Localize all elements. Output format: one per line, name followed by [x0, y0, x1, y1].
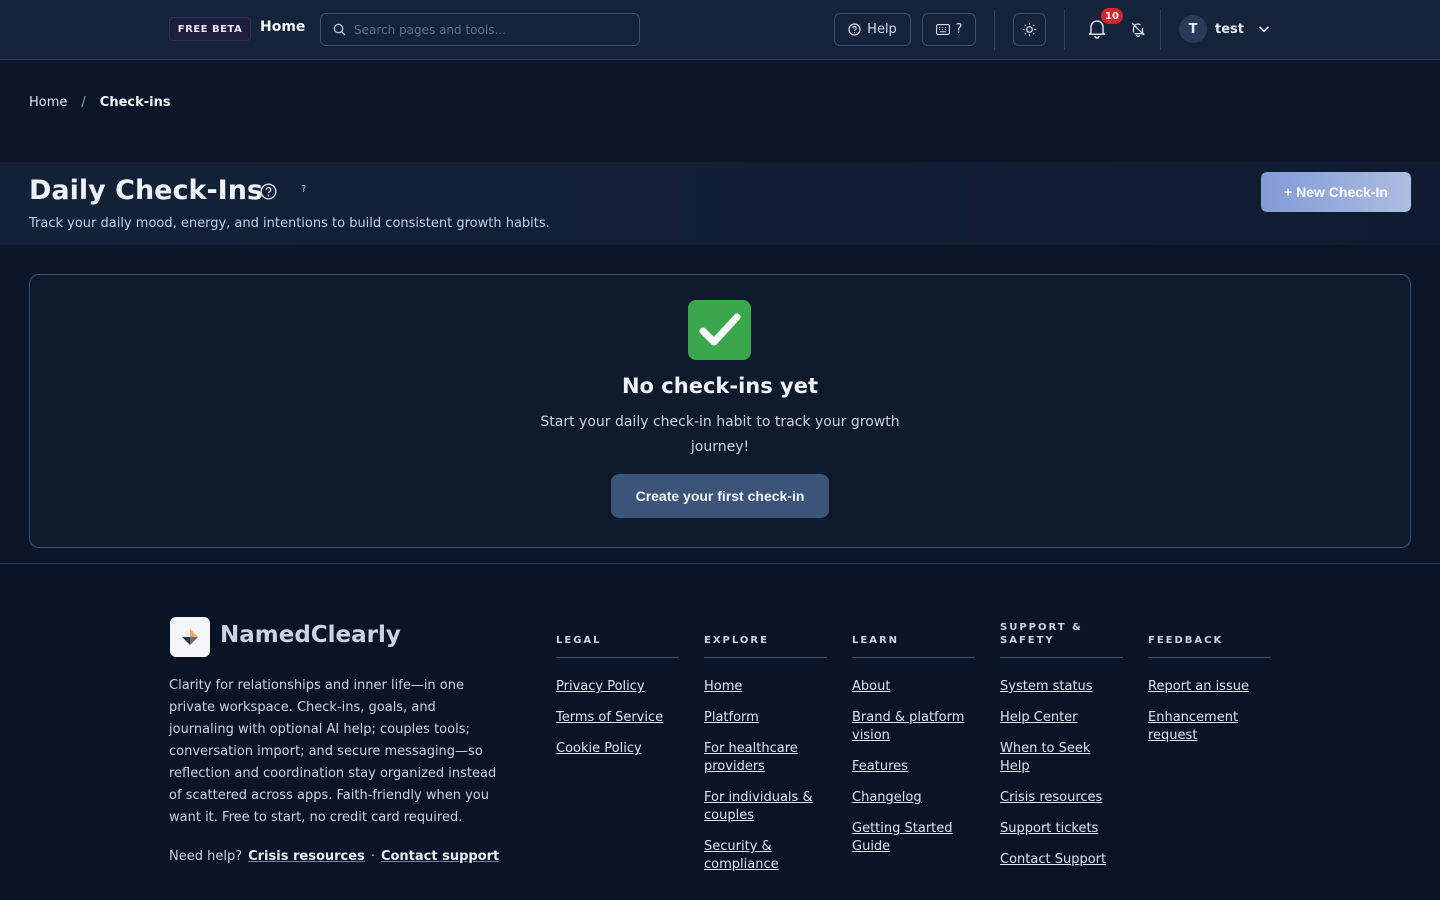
footer-column-legal: LEGAL Privacy Policy Terms of Service Co…	[556, 620, 679, 758]
breadcrumb: Home / Check-ins	[29, 95, 171, 110]
sun-icon	[1022, 22, 1037, 37]
page-title: Daily Check-Ins	[29, 175, 263, 206]
empty-state-text: Start your daily check-in habit to track…	[540, 414, 900, 455]
footer-column-explore: EXPLORE Home Platform For healthcare pro…	[704, 620, 827, 874]
bell-off-icon[interactable]	[1130, 21, 1146, 37]
new-check-in-button[interactable]: + New Check-In	[1261, 172, 1411, 212]
keyboard-shortcuts-button[interactable]: ?	[922, 13, 976, 46]
divider	[1064, 10, 1065, 50]
footer-link[interactable]: Getting Started Guide	[852, 820, 975, 856]
breadcrumb-current: Check-ins	[99, 95, 171, 110]
footer-column-support: SUPPORT & SAFETY System status Help Cent…	[1000, 620, 1123, 869]
footer-link[interactable]: About	[852, 678, 975, 696]
footer-link[interactable]: Platform	[704, 709, 827, 727]
search-input[interactable]	[354, 22, 624, 37]
footer-link[interactable]: Contact Support	[1000, 851, 1123, 869]
footer-column-title: LEARN	[852, 620, 975, 658]
footer-help-line: Need help? Crisis resources · Contact su…	[169, 849, 499, 864]
beta-badge: FREE BETA	[169, 17, 251, 41]
footer-column-learn: LEARN About Brand & platform vision Feat…	[852, 620, 975, 856]
avatar: T	[1179, 15, 1207, 43]
top-bar: FREE BETA Home Help ? 10 T test	[0, 0, 1440, 60]
search-icon	[333, 23, 346, 36]
search-box[interactable]	[320, 13, 640, 46]
contact-support-link[interactable]: Contact support	[381, 849, 499, 864]
breadcrumb-home-link[interactable]: Home	[29, 95, 67, 110]
footer-link[interactable]: Security & compliance	[704, 838, 827, 874]
footer-column-title: SUPPORT & SAFETY	[1000, 620, 1123, 658]
crisis-resources-link[interactable]: Crisis resources	[248, 849, 365, 864]
brand-logo-icon[interactable]	[170, 617, 210, 657]
footer-link[interactable]: Crisis resources	[1000, 789, 1123, 807]
chevron-down-icon	[1258, 25, 1270, 33]
footer-column-feedback: FEEDBACK Report an issue Enhancement req…	[1148, 620, 1271, 745]
create-first-check-in-button[interactable]: Create your first check-in	[611, 474, 829, 518]
home-link[interactable]: Home	[260, 19, 305, 35]
help-button[interactable]: Help	[834, 13, 911, 46]
help-prefix: Need help?	[169, 849, 243, 864]
footer-link[interactable]: For individuals & couples	[704, 789, 827, 825]
separator-dot: ·	[370, 849, 375, 864]
shortcut-hint: ?	[301, 184, 307, 195]
footer-column-title: LEGAL	[556, 620, 679, 658]
notification-count-badge: 10	[1101, 8, 1123, 24]
divider	[1160, 10, 1161, 50]
user-menu[interactable]: T test	[1179, 14, 1270, 44]
brand-name[interactable]: NamedClearly	[220, 622, 401, 648]
footer-column-title: FEEDBACK	[1148, 620, 1271, 658]
footer-link[interactable]: Privacy Policy	[556, 678, 679, 696]
footer-link[interactable]: When to Seek Help	[1000, 740, 1123, 776]
username: test	[1215, 21, 1244, 37]
footer-link[interactable]: Terms of Service	[556, 709, 679, 727]
footer-link[interactable]: Cookie Policy	[556, 740, 679, 758]
divider	[994, 10, 995, 50]
footer-link[interactable]: For healthcare providers	[704, 740, 827, 776]
shortcut-label: ?	[955, 22, 963, 37]
question-circle-icon	[848, 23, 861, 36]
empty-state-title: No check-ins yet	[621, 374, 818, 398]
footer-column-title: EXPLORE	[704, 620, 827, 658]
page-subtitle: Track your daily mood, energy, and inten…	[29, 216, 550, 231]
footer-link[interactable]: Brand & platform vision	[852, 709, 975, 745]
help-label: Help	[867, 22, 897, 37]
breadcrumb-separator: /	[81, 95, 86, 110]
footer-link[interactable]: System status	[1000, 678, 1123, 696]
keyboard-icon	[935, 24, 950, 35]
footer-link[interactable]: Report an issue	[1148, 678, 1271, 696]
footer-link[interactable]: Support tickets	[1000, 820, 1123, 838]
footer-link[interactable]: Features	[852, 758, 975, 776]
theme-toggle-button[interactable]	[1013, 13, 1046, 46]
footer-link[interactable]: Enhancement request	[1148, 709, 1271, 745]
footer-link[interactable]: Help Center	[1000, 709, 1123, 727]
question-circle-icon[interactable]	[260, 183, 277, 200]
footer-link[interactable]: Changelog	[852, 789, 975, 807]
check-mark-icon	[688, 300, 751, 360]
footer-description: Clarity for relationships and inner life…	[169, 678, 497, 825]
footer-link[interactable]: Home	[704, 678, 827, 696]
